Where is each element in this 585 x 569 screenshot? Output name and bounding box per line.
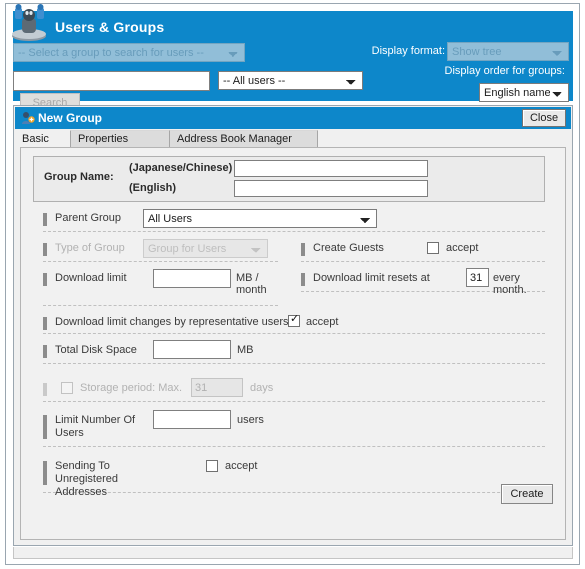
tab-address-book-manager[interactable]: Address Book Manager [170,130,318,147]
field-total-disk-space: Total Disk Space MB [43,340,545,364]
create-guests-label: Create Guests [313,242,384,254]
sending-unregistered-label: Sending To Unregistered Addresses [55,460,118,498]
limit-number-of-users-label: Limit Number Of Users [55,414,136,439]
app-header: Users & Groups -- Select a group to sear… [12,4,573,113]
tab-panel-basic: Group Name: (Japanese/Chinese) (English)… [20,147,566,540]
tab-basic-label: Basic [22,133,49,145]
download-limit-changes-label: Download limit changes by representative… [55,316,289,328]
parent-group-select[interactable]: All Users [143,209,377,228]
sending-unregistered-checkbox[interactable] [206,460,218,472]
download-limit-changes-accept-label: accept [306,316,339,328]
download-limit-resets-input[interactable] [466,268,489,287]
total-disk-space-input[interactable] [153,340,231,359]
page-title: Users & Groups [55,19,165,35]
create-guests-accept-label: accept [446,242,479,254]
field-create-guests: Create Guests accept [301,240,545,262]
display-format-label: Display format: [371,45,445,57]
group-name-en-label: (English) [129,182,177,194]
field-storage-period: Storage period: Max. days [43,378,545,402]
sending-unregistered-accept-label: accept [225,460,258,472]
display-order-select[interactable]: English names [479,83,569,102]
download-limit-input[interactable] [153,269,231,288]
create-guests-checkbox[interactable] [427,242,439,254]
download-limit-unit: MB / month [236,272,267,296]
download-limit-resets-unit: every month. [493,272,527,296]
limit-number-of-users-input[interactable] [153,410,231,429]
field-marker-icon [43,213,47,226]
field-marker-icon [301,243,305,256]
display-format-select[interactable]: Show tree [447,42,569,61]
tab-basic[interactable]: Basic [15,130,71,147]
screenshot-root: Users & Groups -- Select a group to sear… [0,0,585,569]
field-download-limit-changes: Download limit changes by representative… [43,314,545,334]
group-name-section: Group Name: (Japanese/Chinese) (English) [33,156,545,202]
download-limit-resets-label: Download limit resets at [313,272,430,284]
field-parent-group: Parent Group All Users [43,209,545,232]
field-marker-icon [43,243,47,256]
field-marker-icon [43,461,47,485]
storage-period-checkbox[interactable] [61,382,73,394]
check-mark-icon: ✓ [290,313,300,325]
tab-properties[interactable]: Properties [71,130,170,147]
total-disk-space-unit: MB [237,344,254,356]
field-marker-icon [43,383,47,396]
users-group-icon [7,2,51,42]
field-marker-icon [43,273,47,286]
type-of-group-label: Type of Group [55,242,125,254]
dialog-title: New Group [38,111,103,125]
field-marker-icon [301,273,305,286]
group-name-jp-label: (Japanese/Chinese) [129,162,233,174]
limit-number-of-users-unit: users [237,414,264,426]
field-sending-unregistered: Sending To Unregistered Addresses accept [43,458,545,498]
create-button[interactable]: Create [501,484,553,504]
display-order-label: Display order for groups: [444,65,565,77]
group-name-jp-input[interactable] [234,160,428,177]
type-of-group-select[interactable]: Group for Users [143,239,268,258]
storage-period-unit: days [250,382,274,394]
dialog-footer-strip [13,547,573,559]
new-group-dialog: New Group Close Basic Properties Address… [13,105,573,546]
parent-group-label: Parent Group [55,212,122,224]
dialog-titlebar: New Group Close [15,107,571,129]
tab-bar: Basic Properties Address Book Manager [15,130,571,148]
download-limit-label: Download limit [55,272,127,284]
close-button[interactable]: Close [522,109,566,127]
field-download-limit: Download limit MB / month [43,269,278,306]
field-type-of-group: Type of Group Group for Users [43,239,278,262]
field-marker-icon [43,345,47,358]
field-marker-icon [43,317,47,330]
storage-period-input[interactable] [191,378,243,397]
user-scope-select[interactable]: -- All users -- [218,71,363,90]
group-search-select[interactable]: -- Select a group to search for users -- [13,43,245,62]
tab-properties-label: Properties [78,133,129,145]
field-limit-number-of-users: Limit Number Of Users users [43,410,545,447]
new-group-icon [21,111,35,125]
group-name-label: Group Name: [44,171,114,183]
total-disk-space-label: Total Disk Space [55,344,137,356]
field-marker-icon [43,415,47,439]
search-input[interactable] [13,71,210,91]
group-name-en-input[interactable] [234,180,428,197]
download-limit-changes-checkbox[interactable]: ✓ [288,313,300,327]
storage-period-label: Storage period: Max. [80,382,183,394]
field-download-limit-resets: Download limit resets at every month. [301,268,545,296]
tab-address-book-manager-label: Address Book Manager [177,133,292,145]
